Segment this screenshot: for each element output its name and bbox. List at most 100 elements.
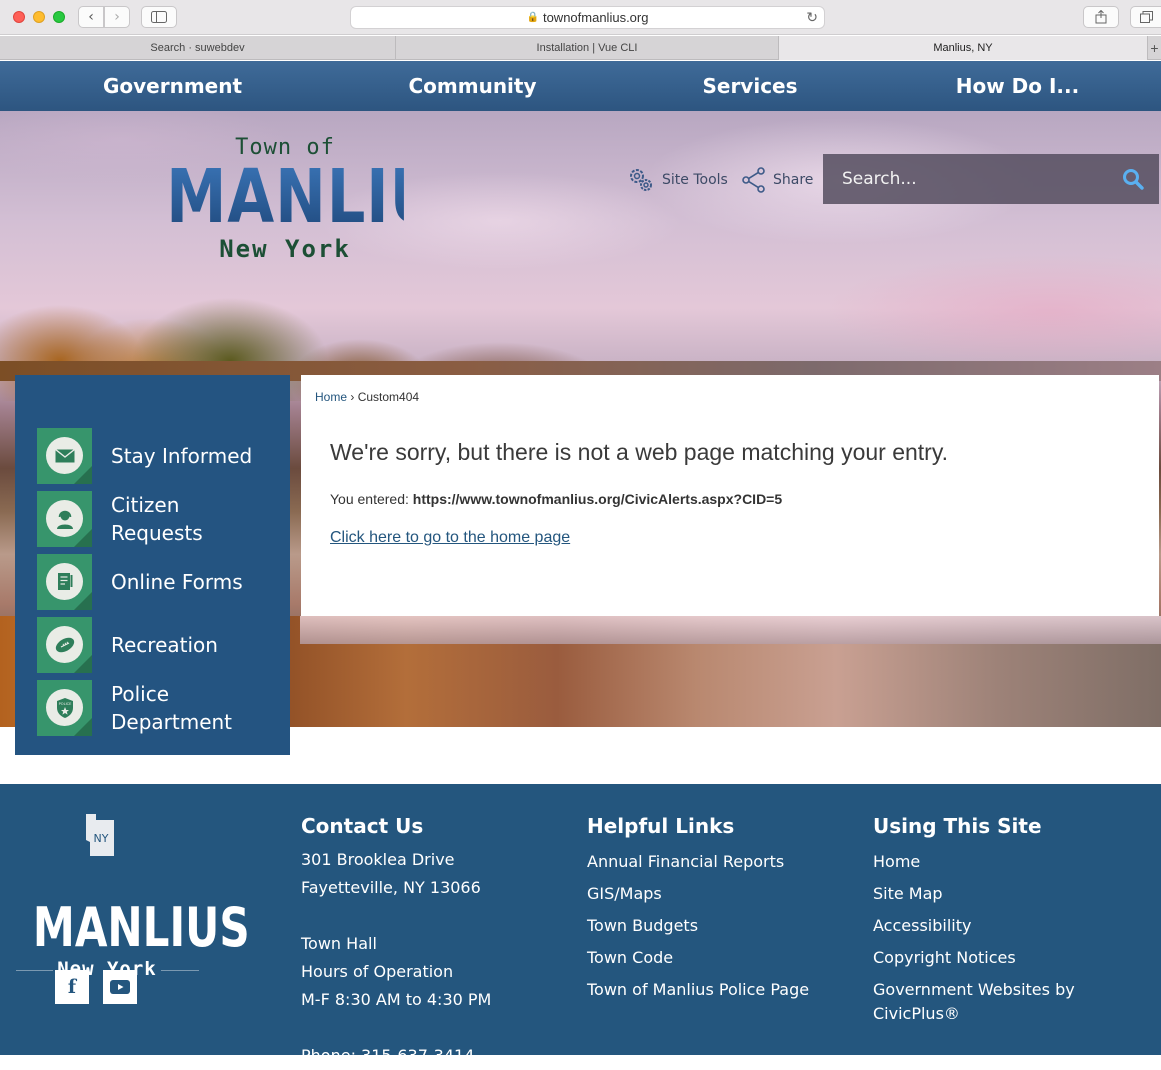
headset-person-icon: [56, 510, 73, 529]
logo-manlius: MANLIUS: [166, 154, 485, 240]
quick-link-citizen-requests[interactable]: Citizen Requests: [37, 491, 203, 547]
youtube-icon: [110, 980, 130, 994]
tab-overview-button[interactable]: [1130, 6, 1161, 28]
quick-link-label: Citizen Requests: [111, 493, 203, 545]
chevron-right-icon: ›: [114, 9, 120, 25]
browser-tab[interactable]: Search · suwebdev: [0, 36, 396, 60]
site-search: [823, 154, 1159, 204]
page-title: We're sorry, but there is not a web page…: [330, 439, 949, 465]
entered-label: You entered:: [330, 491, 409, 507]
quick-link-recreation[interactable]: Recreation: [37, 617, 218, 673]
breadcrumb-home-link[interactable]: Home: [315, 390, 347, 404]
quick-links-panel: Stay Informed Citizen Requests Online For…: [15, 375, 290, 755]
footer-using-this-site: Using This Site Home Site Map Accessibil…: [873, 814, 1075, 1026]
quick-link-tile: [37, 428, 92, 484]
breadcrumb-current: Custom404: [357, 390, 420, 404]
chevron-left-icon: ‹: [88, 9, 94, 25]
hours: M-F 8:30 AM to 4:30 PM: [301, 990, 492, 1009]
back-button[interactable]: ‹: [78, 6, 104, 28]
quick-link-label: Police Department: [111, 682, 233, 734]
lake-shine: [300, 616, 1161, 644]
search-icon[interactable]: [1121, 167, 1145, 191]
browser-tab-bar: Search · suwebdev Installation | Vue CLI…: [0, 36, 1161, 60]
quick-link-tile: [37, 617, 92, 673]
nav-government[interactable]: Government: [80, 61, 265, 111]
quick-link-stay-informed[interactable]: Stay Informed: [37, 428, 252, 484]
reload-icon[interactable]: ↻: [806, 9, 818, 26]
gear-icon: [630, 169, 652, 191]
browser-share-button[interactable]: [1083, 6, 1119, 28]
breadcrumb: Home › Custom404: [315, 390, 419, 404]
address-line-1: 301 Brooklea Drive: [301, 850, 455, 869]
nav-services[interactable]: Services: [660, 61, 840, 111]
quick-link-label: Online Forms: [111, 570, 243, 594]
facebook-button[interactable]: f: [55, 970, 89, 1004]
sidebar-toggle-button[interactable]: [141, 6, 177, 28]
footer-link[interactable]: Annual Financial Reports: [587, 852, 784, 871]
nav-how-do-i[interactable]: How Do I...: [930, 61, 1105, 111]
forward-button[interactable]: ›: [104, 6, 130, 28]
quick-link-online-forms[interactable]: Online Forms: [37, 554, 243, 610]
quick-link-tile: POLICE: [37, 680, 92, 736]
entered-url-line: You entered: https://www.townofmanlius.o…: [330, 491, 782, 507]
footer-link[interactable]: Town Code: [587, 948, 673, 967]
ny-state-icon: NY: [86, 814, 114, 856]
helpful-links-heading: Helpful Links: [587, 814, 735, 838]
footer-logo-name: MANLIUS: [32, 896, 250, 959]
browser-tab-active[interactable]: Manlius, NY: [779, 36, 1148, 60]
svg-text:POLICE: POLICE: [58, 702, 72, 706]
footer-link[interactable]: GIS/Maps: [587, 884, 662, 903]
home-page-link[interactable]: Click here to go to the home page: [330, 529, 570, 547]
lock-icon: 🔒: [526, 12, 539, 23]
site-tools-button[interactable]: Site Tools: [628, 166, 728, 194]
new-tab-button[interactable]: +: [1148, 36, 1161, 60]
footer: NY MANLIUS New York f Contact Us 301 Bro…: [0, 784, 1161, 1065]
phone: Phone: 315-637-3414: [301, 1046, 475, 1065]
sidebar-icon: [151, 11, 167, 23]
quick-link-tile: [37, 491, 92, 547]
youtube-button[interactable]: [103, 970, 137, 1004]
using-site-heading: Using This Site: [873, 814, 1042, 838]
quick-link-label: Stay Informed: [111, 444, 253, 468]
footer-link[interactable]: Town of Manlius Police Page: [587, 980, 809, 999]
share-button[interactable]: Share: [742, 166, 813, 194]
football-icon: [55, 637, 74, 652]
footer-link[interactable]: Accessibility: [873, 916, 971, 935]
browser-titlebar: ‹ › 🔒 townofmanlius.org ↻: [0, 0, 1161, 35]
police-badge-icon: POLICE: [56, 697, 73, 718]
main-navigation: Government Community Services How Do I..…: [0, 61, 1161, 111]
footer-link[interactable]: Copyright Notices: [873, 948, 1016, 967]
browser-tab[interactable]: Installation | Vue CLI: [396, 36, 779, 60]
quick-link-label: Recreation: [111, 633, 218, 657]
share-nodes-icon: [742, 167, 765, 193]
footer-helpful-links: Helpful Links Annual Financial Reports G…: [587, 814, 809, 1006]
quick-link-police-department[interactable]: POLICE Police Department: [37, 680, 232, 736]
zoom-window-button[interactable]: [53, 11, 65, 23]
footer-contact: Contact Us 301 Brooklea Drive Fayettevil…: [301, 814, 491, 1070]
main-content: Home › Custom404 We're sorry, but there …: [301, 375, 1159, 616]
quick-link-tile: [37, 554, 92, 610]
close-window-button[interactable]: [13, 11, 25, 23]
address-line-2: Fayetteville, NY 13066: [301, 878, 481, 897]
share-icon: [1095, 10, 1107, 24]
civicplus-link[interactable]: Government Websites by CivicPlus®: [873, 980, 1075, 1023]
breadcrumb-separator: ›: [350, 390, 355, 404]
footer-link[interactable]: Town Budgets: [587, 916, 698, 935]
address-text: townofmanlius.org: [542, 10, 649, 25]
footer-link[interactable]: Site Map: [873, 884, 943, 903]
facebook-icon: f: [67, 976, 77, 998]
footer-link[interactable]: Home: [873, 852, 920, 871]
search-input[interactable]: [823, 169, 1103, 189]
minimize-window-button[interactable]: [33, 11, 45, 23]
share-label: Share: [773, 172, 814, 188]
nav-community[interactable]: Community: [380, 61, 565, 111]
town-hall: Town Hall: [301, 934, 377, 953]
entered-url: https://www.townofmanlius.org/CivicAlert…: [412, 491, 783, 507]
address-bar[interactable]: 🔒 townofmanlius.org ↻: [350, 6, 825, 29]
svg-text:NY: NY: [94, 832, 109, 845]
site-tools-label: Site Tools: [662, 172, 728, 188]
form-icon: [57, 572, 72, 590]
hours-label: Hours of Operation: [301, 962, 454, 981]
site-logo[interactable]: Town of MANLIUS New York: [140, 134, 485, 284]
envelope-icon: [54, 448, 75, 462]
